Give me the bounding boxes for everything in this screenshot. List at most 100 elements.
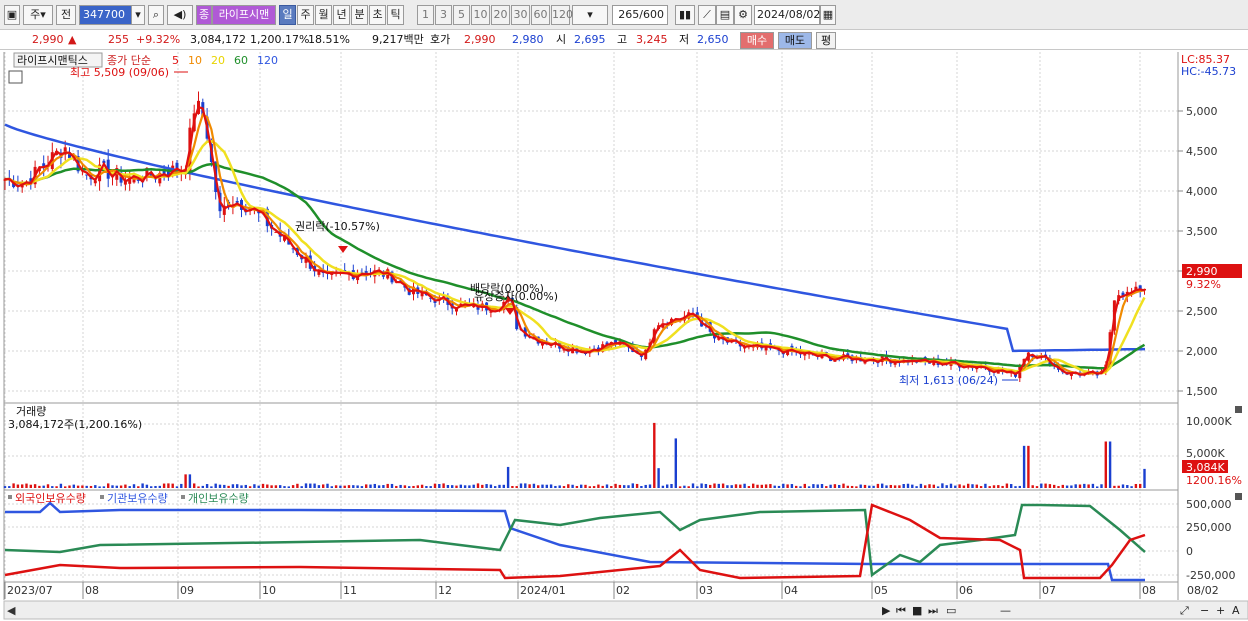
interval-button-1[interactable]: 1 <box>417 5 434 25</box>
volume-bar <box>347 485 351 488</box>
volume-bar <box>1048 484 1052 488</box>
range-icon[interactable]: ▭ <box>946 604 956 617</box>
volume-bar <box>64 486 67 488</box>
interval-dropdown[interactable]: ▾ <box>572 5 608 25</box>
count-input[interactable]: 265/600 <box>612 5 668 25</box>
volume-bar <box>807 486 811 488</box>
holder-legend-0: 외국인보유수량 <box>15 492 86 505</box>
volume-bar <box>756 484 759 488</box>
chart-scrollbar[interactable] <box>3 600 1248 620</box>
volume-bar <box>68 485 71 488</box>
interval-button-60[interactable]: 60 <box>531 5 550 25</box>
volume-bar <box>506 466 510 488</box>
volume-bar <box>786 484 789 488</box>
volume-bar <box>941 483 944 488</box>
interval-button-5[interactable]: 5 <box>453 5 470 25</box>
zoom-out-icon[interactable]: − <box>1200 604 1209 617</box>
volume-bar <box>1070 485 1073 488</box>
interval-button-3[interactable]: 3 <box>435 5 452 25</box>
date-input[interactable]: 2024/08/02 <box>754 5 820 25</box>
period-button-6[interactable]: 틱 <box>387 5 404 25</box>
scroll-left-icon[interactable]: ◀ <box>7 604 16 617</box>
volume-close-icon[interactable] <box>1235 406 1242 413</box>
volume-bar <box>283 486 286 488</box>
prev-button[interactable]: 전 <box>56 5 76 25</box>
high-annotation: 최고 5,509 (09/06) <box>70 66 169 79</box>
candle-type-icon[interactable]: ▮▮ <box>675 5 695 25</box>
gear-icon[interactable]: ⚙ <box>734 5 752 25</box>
period-mode-select[interactable]: 주▾ <box>23 5 53 25</box>
volume-bar <box>334 485 338 488</box>
volume-bar <box>709 484 712 488</box>
interval-button-20[interactable]: 20 <box>491 5 510 25</box>
period-button-5[interactable]: 초 <box>369 5 386 25</box>
volume-bar <box>16 484 20 488</box>
volume-bar <box>1083 483 1086 488</box>
volume-bar <box>8 486 11 488</box>
volume-bar <box>648 484 652 488</box>
scroll-first-icon[interactable]: ⏮ <box>896 604 906 617</box>
volume-bar <box>111 485 114 488</box>
volume-bar <box>868 485 871 488</box>
interval-button-120[interactable]: 120 <box>551 5 573 25</box>
volume-bar <box>115 485 118 488</box>
date-tick-label: 05 <box>874 584 888 597</box>
stock-chart[interactable]: 라이프시맨틱스 종가 단순 5 10 20 60 120 최고 5,509 (09/06… <box>0 50 1248 621</box>
buy-button[interactable]: 매수 <box>740 32 774 49</box>
volume-bar <box>502 484 505 488</box>
period-button-0[interactable]: 일 <box>279 5 296 25</box>
font-icon[interactable]: A <box>1232 604 1240 617</box>
volume-bar <box>322 484 325 488</box>
chart-background <box>0 50 1248 621</box>
chart-toolbar: ▣ 주▾ 전 347700 ▾ ⌕ ◀) 종 라이프시맨 ▾ 265/600 ▮… <box>0 0 1248 30</box>
volume-bar <box>846 485 849 488</box>
open-label: 시 <box>556 33 567 46</box>
sell-button[interactable]: 매도 <box>778 32 812 49</box>
zoom-slider-icon[interactable]: — <box>1000 604 1011 617</box>
volume-bar <box>954 485 957 488</box>
volume-bar <box>640 486 643 488</box>
volume-bar <box>515 486 518 488</box>
volume-bar <box>244 484 247 488</box>
period-button-1[interactable]: 주 <box>297 5 314 25</box>
volume-bar <box>21 484 24 488</box>
holder-close-icon[interactable] <box>1235 493 1242 500</box>
volume-tick-10000k: 10,000K <box>1186 415 1232 428</box>
speaker-icon[interactable]: ◀) <box>167 5 193 25</box>
volume-bar <box>1091 483 1095 488</box>
draw-tool-icon[interactable]: ⟋ <box>698 5 716 25</box>
volume-bar <box>1061 484 1064 488</box>
eval-button[interactable]: 평 <box>816 32 836 49</box>
volume-bar <box>442 483 445 488</box>
period-button-2[interactable]: 월 <box>315 5 332 25</box>
table-icon[interactable] <box>8 70 23 84</box>
volume-value: 3,084,172주(1,200.16%) <box>8 418 142 431</box>
date-tick-label: 06 <box>959 584 973 597</box>
period-button-4[interactable]: 분 <box>351 5 368 25</box>
volume-bar <box>210 486 213 488</box>
interval-button-10[interactable]: 10 <box>471 5 490 25</box>
scroll-last-icon[interactable]: ⏭ <box>928 604 938 617</box>
volume-bar <box>399 484 402 488</box>
zoom-in-icon[interactable]: + <box>1216 604 1225 617</box>
volume-bar <box>494 486 497 488</box>
code-dropdown-icon[interactable]: ▾ <box>131 5 145 25</box>
volume-bar <box>971 484 974 488</box>
volume-bar <box>962 485 966 488</box>
calendar-icon[interactable]: ▦ <box>820 5 836 25</box>
volume-bar <box>72 484 75 488</box>
volume-bar <box>743 483 746 488</box>
volume-bar <box>700 483 703 488</box>
volume-bar <box>562 486 566 488</box>
period-button-3[interactable]: 년 <box>333 5 350 25</box>
search-icon[interactable]: ⌕ <box>148 5 164 25</box>
interval-button-30[interactable]: 30 <box>511 5 530 25</box>
fit-icon[interactable]: ⤢ <box>1180 604 1189 617</box>
save-icon[interactable]: ▤ <box>716 5 734 25</box>
volume-bar <box>158 485 161 488</box>
scroll-right-icon[interactable]: ▶ <box>882 604 891 617</box>
count-value: 265 <box>618 8 640 21</box>
volume-bar <box>12 483 15 488</box>
stop-icon[interactable]: ■ <box>912 604 922 617</box>
window-menu-icon[interactable]: ▣ <box>4 5 20 25</box>
